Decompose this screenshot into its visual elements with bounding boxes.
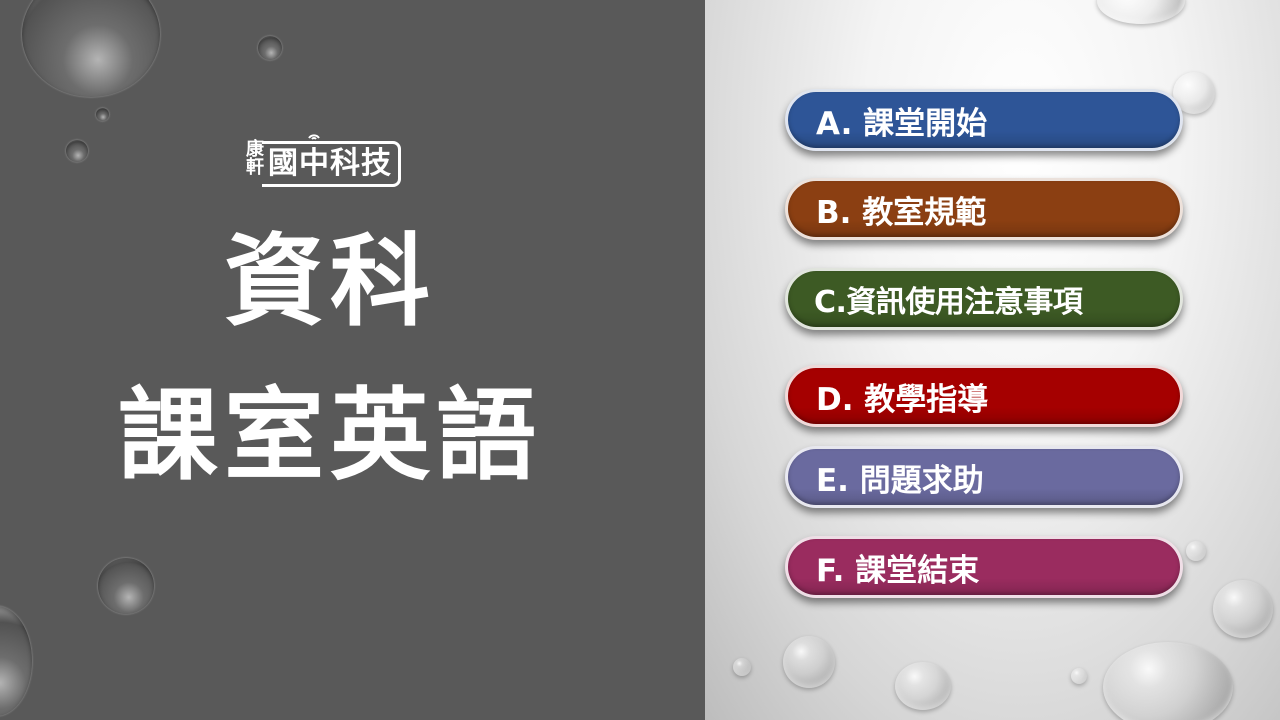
menu-item-teaching-guidance[interactable]: D. 教學指導 <box>785 365 1183 427</box>
water-drop-decoration <box>1071 668 1087 684</box>
water-drop-decoration <box>66 140 88 162</box>
menu-item-label: E. 問題求助 <box>816 462 984 499</box>
water-drop-decoration <box>22 0 160 97</box>
menu-item-it-usage-notes[interactable]: C.資訊使用注意事項 <box>785 268 1183 330</box>
menu-item-classroom-rules[interactable]: B. 教室規範 <box>785 178 1183 240</box>
water-drop-decoration <box>783 636 835 688</box>
water-drop-decoration <box>733 658 751 676</box>
publisher-logo: 康軒 國中科技 <box>240 134 418 187</box>
water-drop-decoration <box>1213 580 1273 638</box>
menu-item-class-start[interactable]: A. 課堂開始 <box>785 89 1183 151</box>
water-drop-decoration <box>895 662 951 710</box>
menu-item-label: F. 課堂結束 <box>816 552 980 589</box>
antenna-icon <box>308 134 320 140</box>
logo-main-text: 國中科技 <box>262 141 401 187</box>
menu-item-label: D. 教學指導 <box>816 381 989 418</box>
water-drop-decoration <box>96 108 109 121</box>
menu-item-label: B. 教室規範 <box>816 194 987 231</box>
water-drop-decoration <box>258 36 282 60</box>
water-drop-decoration <box>98 558 154 614</box>
water-drop-decoration <box>0 606 32 716</box>
menu-item-label: C.資訊使用注意事項 <box>814 285 1083 320</box>
page-title-line2: 課室英語 <box>118 377 542 494</box>
menu-item-asking-for-help[interactable]: E. 問題求助 <box>785 446 1183 508</box>
page-title-line1: 資科 <box>224 223 436 340</box>
logo-small-text: 康軒 <box>243 139 264 175</box>
water-drop-decoration <box>1097 0 1185 24</box>
left-panel: 康軒 國中科技 資科 課室英語 <box>0 0 705 720</box>
menu-item-label: A. 課堂開始 <box>816 105 988 142</box>
water-drop-decoration <box>1103 642 1233 720</box>
menu-item-class-end[interactable]: F. 課堂結束 <box>785 536 1183 598</box>
water-drop-decoration <box>1186 541 1206 561</box>
